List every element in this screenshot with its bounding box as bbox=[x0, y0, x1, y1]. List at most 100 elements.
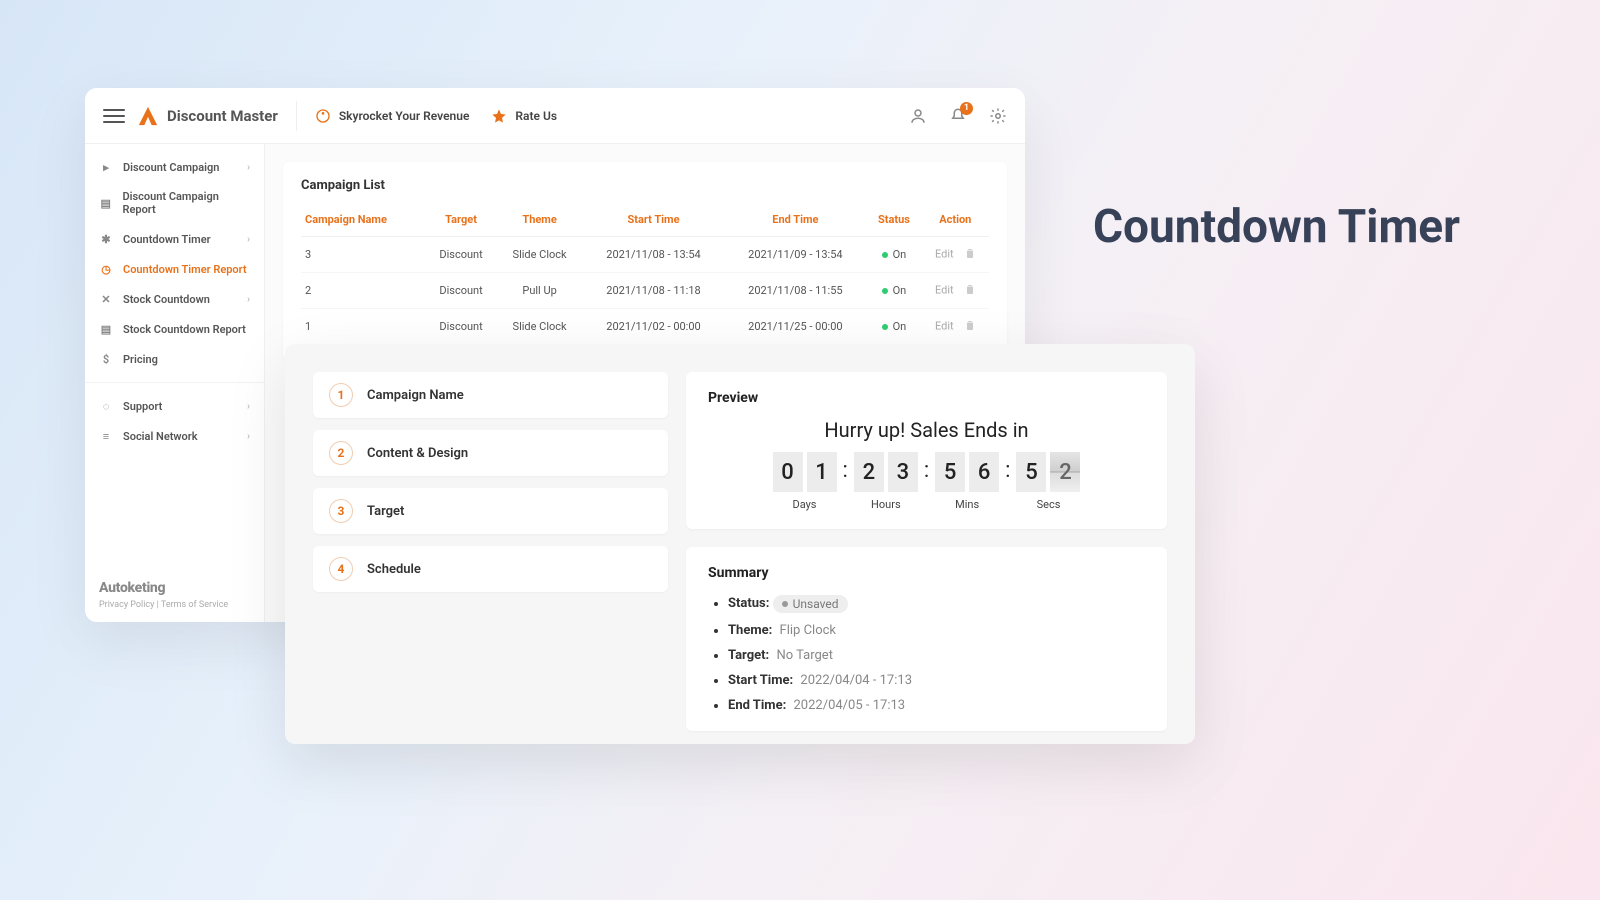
cell-theme: Slide Clock bbox=[497, 237, 583, 273]
sidebar-item-label: Discount Campaign Report bbox=[122, 190, 250, 216]
sidebar-item-countdown-timer[interactable]: ✱ Countdown Timer › bbox=[85, 224, 264, 254]
cell-theme: Slide Clock bbox=[497, 309, 583, 345]
table-row: 3DiscountSlide Clock2021/11/08 - 13:5420… bbox=[301, 237, 989, 273]
digit: 3 bbox=[888, 452, 918, 492]
sidebar-item-support[interactable]: ◌ Support › bbox=[85, 391, 264, 421]
menu-icon[interactable] bbox=[103, 109, 125, 123]
trash-icon[interactable] bbox=[964, 247, 976, 262]
bell-icon[interactable]: 1 bbox=[949, 107, 967, 125]
sidebar-item-label: Stock Countdown Report bbox=[123, 323, 246, 336]
sidebar-item-label: Support bbox=[123, 400, 162, 413]
sidebar-item-social[interactable]: ≡ Social Network › bbox=[85, 421, 264, 451]
sidebar-item-pricing[interactable]: $ Pricing bbox=[85, 344, 264, 374]
col-status: Status bbox=[866, 207, 921, 237]
colon: : bbox=[924, 452, 929, 483]
edit-link[interactable]: Edit bbox=[935, 247, 954, 260]
logo[interactable]: Discount Master bbox=[137, 105, 278, 127]
gear-small-icon: ✱ bbox=[99, 232, 113, 246]
cell-status: On bbox=[866, 237, 921, 273]
step-content-design[interactable]: 2 Content & Design bbox=[313, 430, 668, 476]
col-name: Campaign Name bbox=[301, 207, 426, 237]
sidebar-footer: Autoketing Privacy Policy | Terms of Ser… bbox=[99, 580, 228, 610]
digit: 1 bbox=[807, 452, 837, 492]
chevron-right-icon: › bbox=[247, 162, 250, 173]
edit-link[interactable]: Edit bbox=[935, 319, 954, 332]
divider bbox=[296, 101, 297, 131]
step-number: 4 bbox=[329, 557, 353, 581]
chevron-right-icon: › bbox=[247, 401, 250, 412]
divider bbox=[85, 382, 264, 383]
topbar: Discount Master Skyrocket Your Revenue R… bbox=[85, 88, 1025, 144]
colon: : bbox=[1005, 452, 1010, 483]
digit: 5 bbox=[935, 452, 965, 492]
cell-end: 2021/11/09 - 13:54 bbox=[724, 237, 866, 273]
chevron-right-icon: › bbox=[247, 294, 250, 305]
cell-end: 2021/11/25 - 00:00 bbox=[724, 309, 866, 345]
sidebar-item-discount-report[interactable]: ▤ Discount Campaign Report bbox=[85, 182, 264, 224]
cell-name: 2 bbox=[301, 273, 426, 309]
steps-column: 1 Campaign Name 2 Content & Design 3 Tar… bbox=[313, 372, 668, 716]
step-campaign-name[interactable]: 1 Campaign Name bbox=[313, 372, 668, 418]
step-label: Target bbox=[367, 504, 404, 519]
edit-link[interactable]: Edit bbox=[935, 283, 954, 296]
step-number: 2 bbox=[329, 441, 353, 465]
trash-icon[interactable] bbox=[964, 319, 976, 334]
cell-target: Discount bbox=[426, 273, 497, 309]
user-icon[interactable] bbox=[909, 107, 927, 125]
status-dot-icon bbox=[882, 252, 888, 258]
digit: 5 bbox=[1016, 452, 1046, 492]
cell-status: On bbox=[866, 309, 921, 345]
cell-action: Edit bbox=[922, 237, 989, 273]
preview-card: Preview Hurry up! Sales Ends in 0 1 Days… bbox=[686, 372, 1167, 529]
sidebar-item-label: Stock Countdown bbox=[123, 293, 210, 306]
timer-hours: 2 3 Hours bbox=[854, 452, 918, 511]
step-label: Campaign Name bbox=[367, 388, 464, 403]
status-dot-icon bbox=[882, 324, 888, 330]
timer-mins: 5 6 Mins bbox=[935, 452, 999, 511]
timer-days: 0 1 Days bbox=[773, 452, 837, 511]
step-target[interactable]: 3 Target bbox=[313, 488, 668, 534]
step-number: 1 bbox=[329, 383, 353, 407]
unit-label: Hours bbox=[871, 498, 901, 511]
step-label: Schedule bbox=[367, 562, 421, 577]
status-dot-icon bbox=[882, 288, 888, 294]
sidebar-item-stock-countdown[interactable]: ✕ Stock Countdown › bbox=[85, 284, 264, 314]
sidebar-item-stock-report[interactable]: ▤ Stock Countdown Report bbox=[85, 314, 264, 344]
col-target: Target bbox=[426, 207, 497, 237]
chevron-right-icon: › bbox=[247, 234, 250, 245]
table-row: 2DiscountPull Up2021/11/08 - 11:182021/1… bbox=[301, 273, 989, 309]
campaign-table: Campaign Name Target Theme Start Time En… bbox=[301, 207, 989, 344]
gear-icon[interactable] bbox=[989, 107, 1007, 125]
footer-brand: Autoketing bbox=[99, 580, 228, 596]
cell-status: On bbox=[866, 273, 921, 309]
dollar-icon: $ bbox=[99, 352, 113, 366]
cell-start: 2021/11/08 - 13:54 bbox=[583, 237, 725, 273]
step-schedule[interactable]: 4 Schedule bbox=[313, 546, 668, 592]
app-name: Discount Master bbox=[167, 107, 278, 125]
rate-label: Rate Us bbox=[515, 109, 557, 123]
cell-start: 2021/11/02 - 00:00 bbox=[583, 309, 725, 345]
logo-mark-icon bbox=[137, 105, 159, 127]
sidebar-item-label: Pricing bbox=[123, 353, 158, 366]
cell-action: Edit bbox=[922, 273, 989, 309]
skyrocket-label: Skyrocket Your Revenue bbox=[339, 109, 470, 123]
preview-title: Preview bbox=[708, 390, 1145, 406]
card-title: Campaign List bbox=[301, 178, 989, 193]
skyrocket-link[interactable]: Skyrocket Your Revenue bbox=[315, 108, 470, 124]
rocket-icon bbox=[315, 108, 331, 124]
sidebar-item-discount-campaign[interactable]: ▸ Discount Campaign › bbox=[85, 152, 264, 182]
digit-flipping: 2 bbox=[1050, 452, 1080, 492]
footer-legal[interactable]: Privacy Policy | Terms of Service bbox=[99, 600, 228, 610]
clock-icon: ◷ bbox=[99, 262, 113, 276]
colon: : bbox=[843, 452, 848, 483]
summary-target: Target: No Target bbox=[728, 648, 1145, 663]
trash-icon[interactable] bbox=[964, 283, 976, 298]
rate-link[interactable]: Rate Us bbox=[491, 108, 557, 124]
rss-icon: ≡ bbox=[99, 429, 113, 443]
campaign-list-card: Campaign List Campaign Name Target Theme… bbox=[283, 162, 1007, 360]
countdown-timer: 0 1 Days : 2 3 Hours : 5 bbox=[708, 452, 1145, 511]
sidebar-item-countdown-report[interactable]: ◷ Countdown Timer Report bbox=[85, 254, 264, 284]
editor-panel: 1 Campaign Name 2 Content & Design 3 Tar… bbox=[285, 344, 1195, 744]
cell-name: 1 bbox=[301, 309, 426, 345]
cell-action: Edit bbox=[922, 309, 989, 345]
